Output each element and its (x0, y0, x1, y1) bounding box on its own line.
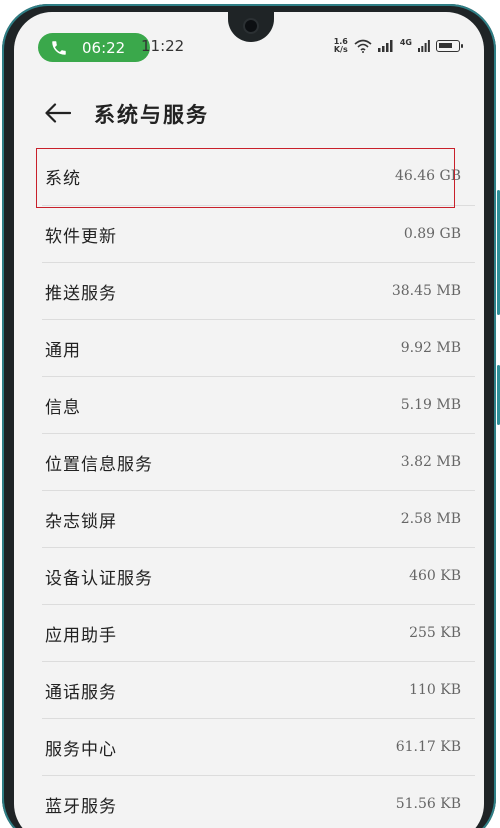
item-label: 设备认证服务 (45, 568, 153, 589)
item-label: 蓝牙服务 (45, 796, 117, 817)
back-arrow-icon (45, 103, 71, 123)
item-label: 杂志锁屏 (45, 511, 117, 532)
item-size: 255 KB (409, 625, 461, 641)
item-size: 61.17 KB (395, 739, 461, 755)
list-item[interactable]: 应用助手 255 KB (42, 605, 475, 662)
item-label: 系统 (45, 168, 81, 189)
list-item[interactable]: 信息 5.19 MB (42, 377, 475, 434)
list-item[interactable]: 系统 46.46 GB (42, 147, 475, 206)
item-label: 推送服务 (45, 283, 117, 304)
storage-item-list: 系统 46.46 GB 软件更新 0.89 GB 推送服务 38.45 MB 通… (42, 147, 475, 828)
ongoing-call-pill[interactable]: 06:22 (38, 33, 150, 62)
battery-icon (436, 40, 463, 52)
page-title: 系统与服务 (94, 103, 209, 127)
status-bar: 06:22 11:22 1.6 K/s 4G (14, 12, 484, 82)
item-size: 3.82 MB (400, 454, 461, 470)
page-header: 系统与服务 (14, 88, 484, 140)
item-label: 位置信息服务 (45, 454, 153, 475)
network-speed: 1.6 K/s (334, 38, 348, 54)
back-button[interactable] (42, 98, 74, 128)
item-size: 51.56 KB (395, 796, 461, 812)
list-item[interactable]: 通话服务 110 KB (42, 662, 475, 719)
list-item[interactable]: 蓝牙服务 51.56 KB (42, 776, 475, 828)
camera-notch (228, 12, 274, 42)
list-item[interactable]: 位置信息服务 3.82 MB (42, 434, 475, 491)
network-speed-unit: K/s (333, 45, 348, 54)
item-size: 38.45 MB (391, 283, 461, 299)
item-size: 2.58 MB (400, 511, 461, 527)
network-type-label: 4G (399, 37, 412, 47)
screen: 06:22 11:22 1.6 K/s 4G 系统与服务 系统 46.46 GB… (14, 12, 484, 828)
status-clock: 11:22 (141, 37, 185, 55)
list-item[interactable]: 软件更新 0.89 GB (42, 206, 475, 263)
phone-frame: 06:22 11:22 1.6 K/s 4G 系统与服务 系统 46.46 GB… (0, 0, 500, 828)
list-item[interactable]: 杂志锁屏 2.58 MB (42, 491, 475, 548)
item-size: 5.19 MB (400, 397, 461, 413)
front-camera (245, 20, 257, 32)
item-label: 应用助手 (45, 625, 117, 646)
item-size: 110 KB (409, 682, 461, 698)
item-size: 460 KB (409, 568, 461, 584)
item-label: 软件更新 (45, 226, 117, 247)
item-size: 46.46 GB (394, 168, 461, 184)
status-icons: 1.6 K/s 4G (334, 36, 463, 56)
list-item[interactable]: 推送服务 38.45 MB (42, 263, 475, 320)
battery-level-fill (439, 43, 452, 48)
item-label: 服务中心 (45, 739, 117, 760)
phone-call-icon (52, 40, 66, 55)
item-size: 0.89 GB (403, 226, 461, 242)
signal-strength-icon-2 (418, 40, 430, 52)
list-item[interactable]: 设备认证服务 460 KB (42, 548, 475, 605)
item-label: 通用 (45, 340, 81, 361)
item-size: 9.92 MB (400, 340, 461, 356)
signal-strength-icon (377, 40, 393, 52)
call-duration: 06:22 (82, 38, 126, 57)
wifi-icon (354, 39, 372, 53)
item-label: 信息 (45, 397, 81, 418)
item-label: 通话服务 (45, 682, 117, 703)
list-item[interactable]: 通用 9.92 MB (42, 320, 475, 377)
list-item[interactable]: 服务中心 61.17 KB (42, 719, 475, 776)
